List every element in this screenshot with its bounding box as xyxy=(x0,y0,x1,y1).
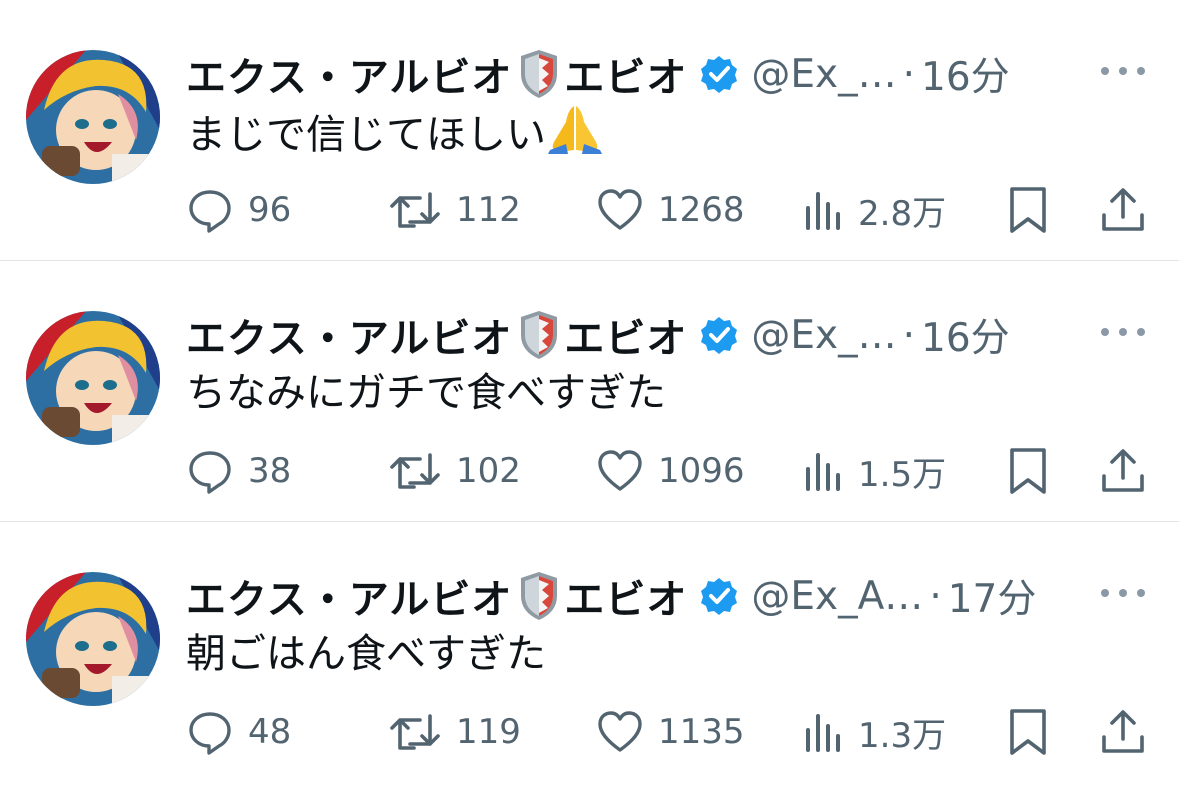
reply-button[interactable]: 96 xyxy=(186,180,291,240)
separator-dot: · xyxy=(902,312,916,358)
like-button[interactable]: 1268 xyxy=(596,180,745,240)
like-button[interactable]: 1096 xyxy=(596,441,745,501)
like-count: 1135 xyxy=(658,712,745,752)
reply-count: 48 xyxy=(248,712,292,752)
tweet[interactable]: エクス・アルビオ エビオ @Ex_… · 16分 ちなみにガチで食べすぎた 38… xyxy=(0,261,1179,522)
views-icon xyxy=(806,453,840,491)
author-name[interactable]: エクス・アルビオ xyxy=(186,306,512,364)
retweet-count: 102 xyxy=(456,451,521,491)
like-count: 1096 xyxy=(658,451,745,491)
author-handle[interactable]: @Ex_A… xyxy=(751,574,923,619)
tweet-actions: 48 119 1135 1.3万 xyxy=(0,702,1179,762)
tweet-actions: 96 112 1268 2.8万 xyxy=(0,180,1179,240)
shield-emoji-icon xyxy=(518,309,560,361)
retweet-icon xyxy=(390,453,440,489)
reply-button[interactable]: 38 xyxy=(186,441,291,501)
tweet-header: エクス・アルビオ エビオ @Ex_… · 16分 xyxy=(186,44,1010,104)
like-icon xyxy=(598,711,642,752)
views-button[interactable]: 2.8万 xyxy=(804,180,946,240)
reply-icon xyxy=(189,190,231,233)
bookmark-icon xyxy=(1010,709,1046,755)
like-icon xyxy=(598,450,642,491)
bookmark-button[interactable] xyxy=(1006,441,1050,501)
author-handle[interactable]: @Ex_… xyxy=(751,52,896,97)
retweet-count: 119 xyxy=(456,712,521,752)
tweet-text-body: ちなみにガチで食べすぎた xyxy=(186,370,666,416)
more-icon[interactable] xyxy=(1101,64,1145,78)
reply-button[interactable]: 48 xyxy=(186,702,291,762)
verified-badge-icon xyxy=(699,315,739,355)
views-icon xyxy=(806,192,840,230)
reply-icon xyxy=(189,712,231,755)
tweet-text-body: まじで信じてほしい xyxy=(186,112,546,158)
views-count: 2.8万 xyxy=(858,193,947,234)
views-count: 1.3万 xyxy=(858,715,947,756)
retweet-count: 112 xyxy=(456,190,521,230)
separator-dot: · xyxy=(929,573,942,619)
author-name-suffix[interactable]: エビオ xyxy=(564,567,687,625)
tweet[interactable]: エクス・アルビオ エビオ @Ex_… · 16分 まじで信じてほしい 96 11… xyxy=(0,0,1179,261)
more-icon[interactable] xyxy=(1101,586,1145,600)
share-button[interactable] xyxy=(1100,180,1146,240)
bookmark-button[interactable] xyxy=(1006,702,1050,762)
retweet-icon xyxy=(390,192,440,228)
like-icon xyxy=(598,189,642,230)
retweet-icon xyxy=(390,714,440,750)
folded-hands-emoji xyxy=(546,104,604,154)
share-icon xyxy=(1102,449,1144,492)
bookmark-button[interactable] xyxy=(1006,180,1050,240)
tweet-text: ちなみにガチで食べすぎた xyxy=(186,365,666,421)
avatar[interactable] xyxy=(26,572,160,706)
tweet-header: エクス・アルビオ エビオ @Ex_… · 16分 xyxy=(186,305,1010,365)
like-count: 1268 xyxy=(658,190,745,230)
tweet-text: 朝ごはん食べすぎた xyxy=(186,626,546,682)
more-icon[interactable] xyxy=(1101,325,1145,339)
retweet-button[interactable]: 112 xyxy=(388,180,521,240)
tweet[interactable]: エクス・アルビオ エビオ @Ex_A… · 17分 朝ごはん食べすぎた 48 1… xyxy=(0,522,1179,783)
like-button[interactable]: 1135 xyxy=(596,702,745,762)
retweet-button[interactable]: 119 xyxy=(388,702,521,762)
avatar[interactable] xyxy=(26,311,160,445)
tweet-text-body: 朝ごはん食べすぎた xyxy=(186,631,546,677)
avatar[interactable] xyxy=(26,50,160,184)
author-name[interactable]: エクス・アルビオ xyxy=(186,567,512,625)
views-icon xyxy=(806,714,840,752)
retweet-button[interactable]: 102 xyxy=(388,441,521,501)
share-icon xyxy=(1102,188,1144,231)
reply-count: 96 xyxy=(248,190,292,230)
reply-count: 38 xyxy=(248,451,292,491)
views-button[interactable]: 1.3万 xyxy=(804,702,946,762)
views-count: 1.5万 xyxy=(858,454,947,495)
timestamp[interactable]: 16分 xyxy=(921,307,1010,363)
author-name-suffix[interactable]: エビオ xyxy=(564,45,687,103)
views-button[interactable]: 1.5万 xyxy=(804,441,946,501)
tweet-header: エクス・アルビオ エビオ @Ex_A… · 17分 xyxy=(186,566,1036,626)
tweet-actions: 38 102 1096 1.5万 xyxy=(0,441,1179,501)
timestamp[interactable]: 16分 xyxy=(921,46,1010,102)
verified-badge-icon xyxy=(699,54,739,94)
separator-dot: · xyxy=(902,51,916,97)
timestamp[interactable]: 17分 xyxy=(948,568,1037,624)
share-button[interactable] xyxy=(1100,441,1146,501)
bookmark-icon xyxy=(1010,448,1046,494)
bookmark-icon xyxy=(1010,187,1046,233)
shield-emoji-icon xyxy=(518,48,560,100)
share-button[interactable] xyxy=(1100,702,1146,762)
author-handle[interactable]: @Ex_… xyxy=(751,313,896,358)
shield-emoji-icon xyxy=(518,570,560,622)
verified-badge-icon xyxy=(699,576,739,616)
author-name-suffix[interactable]: エビオ xyxy=(564,306,687,364)
tweet-text: まじで信じてほしい xyxy=(186,104,604,163)
share-icon xyxy=(1102,710,1144,753)
author-name[interactable]: エクス・アルビオ xyxy=(186,45,512,103)
timeline: エクス・アルビオ エビオ @Ex_… · 16分 まじで信じてほしい 96 11… xyxy=(0,0,1179,783)
reply-icon xyxy=(189,451,231,494)
